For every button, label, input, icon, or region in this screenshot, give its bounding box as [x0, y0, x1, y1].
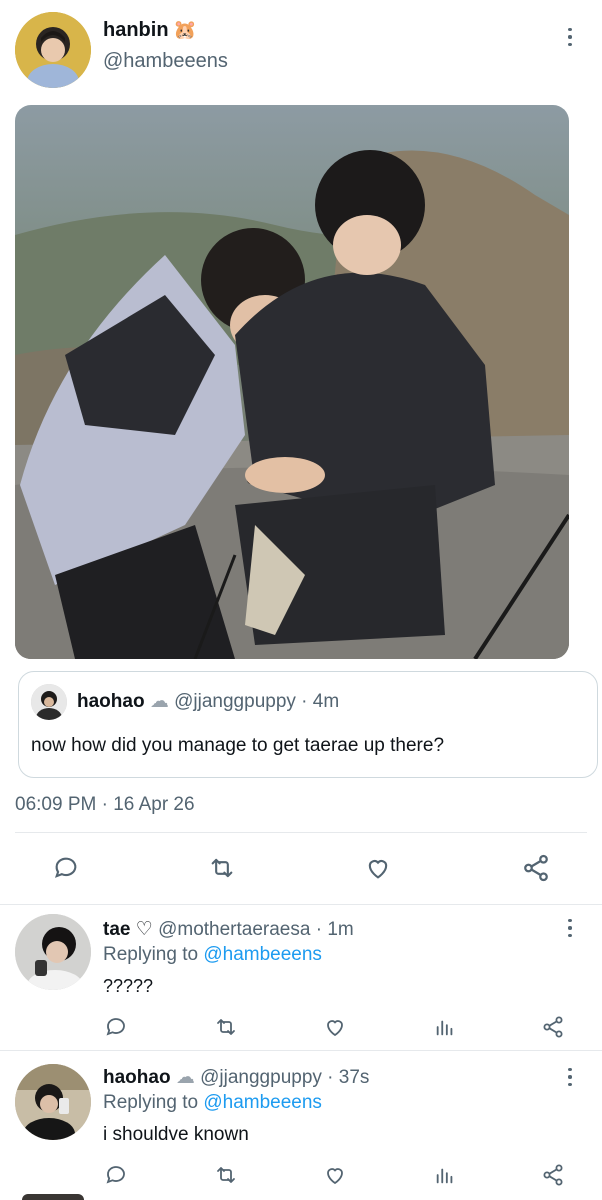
- quote-name[interactable]: haohao: [77, 691, 145, 712]
- replying-prefix: Replying to: [103, 944, 199, 965]
- more-icon[interactable]: [563, 26, 577, 48]
- reply-text: i shouldve known: [103, 1124, 249, 1145]
- share-icon[interactable]: [540, 1014, 566, 1040]
- quote-header: haohao ☁ @jjanggpuppy · 4m: [77, 690, 339, 713]
- like-icon[interactable]: [362, 852, 394, 884]
- author-name[interactable]: hanbin: [103, 19, 169, 41]
- divider: [15, 832, 587, 833]
- tweet-photo[interactable]: [15, 105, 569, 659]
- author-avatar[interactable]: [15, 12, 91, 88]
- replying-to: Replying to @hambeeens: [103, 944, 322, 966]
- cloud-icon: ☁: [175, 1067, 195, 1088]
- views-icon[interactable]: [432, 1162, 458, 1188]
- tweet-timestamp: 06:09 PM · 16 Apr 26: [15, 794, 195, 815]
- replying-handle[interactable]: @hambeeens: [203, 1092, 322, 1113]
- reply-avatar[interactable]: [15, 1064, 91, 1140]
- more-icon[interactable]: [563, 1066, 577, 1088]
- reply-icon[interactable]: [50, 852, 82, 884]
- replying-to: Replying to @hambeeens: [103, 1092, 322, 1114]
- hamster-emoji: 🐹: [173, 20, 197, 41]
- quote-avatar[interactable]: [31, 684, 67, 720]
- retweet-icon[interactable]: [205, 852, 239, 884]
- replying-prefix: Replying to: [103, 1092, 199, 1113]
- reply-name[interactable]: haohao: [103, 1067, 171, 1088]
- divider: [0, 1050, 602, 1051]
- retweet-icon[interactable]: [212, 1162, 240, 1188]
- share-icon[interactable]: [519, 852, 553, 884]
- like-icon[interactable]: [322, 1014, 348, 1040]
- heart-icon: ♡: [135, 919, 153, 940]
- reply-handle[interactable]: @mothertaeraesa · 1m: [158, 919, 354, 940]
- reply-icon[interactable]: [103, 1014, 129, 1040]
- next-reply-avatar-partial: [22, 1194, 84, 1200]
- reply-text: ?????: [103, 976, 154, 996]
- like-icon[interactable]: [322, 1162, 348, 1188]
- quote-text: now how did you manage to get taerae up …: [31, 735, 445, 756]
- views-icon[interactable]: [432, 1014, 458, 1040]
- replying-handle[interactable]: @hambeeens: [203, 944, 322, 965]
- cloud-icon: ☁: [149, 691, 169, 712]
- reply-icon[interactable]: [103, 1162, 129, 1188]
- reply-avatar[interactable]: [15, 914, 91, 990]
- author-handle[interactable]: @hambeeens: [103, 50, 228, 73]
- reply-handle[interactable]: @jjanggpuppy · 37s: [200, 1067, 369, 1088]
- reply-header: haohao ☁ @jjanggpuppy · 37s: [103, 1066, 369, 1089]
- author-name-row: hanbin 🐹: [103, 18, 197, 42]
- share-icon[interactable]: [540, 1162, 566, 1188]
- retweet-icon[interactable]: [212, 1014, 240, 1040]
- quote-handle[interactable]: @jjanggpuppy · 4m: [174, 691, 339, 712]
- reply-name[interactable]: tae: [103, 919, 130, 940]
- divider: [0, 904, 602, 905]
- reply-header: tae ♡ @mothertaeraesa · 1m: [103, 918, 354, 941]
- more-icon[interactable]: [563, 917, 577, 939]
- quote-card[interactable]: haohao ☁ @jjanggpuppy · 4m now how did y…: [18, 671, 598, 778]
